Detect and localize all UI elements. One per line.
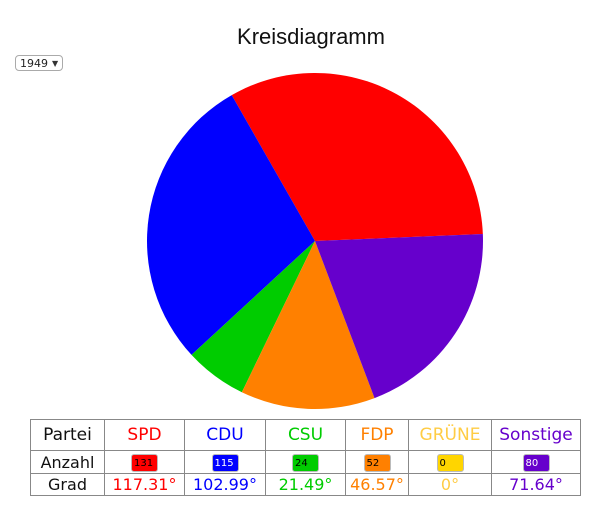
row-label-degree: Grad [30,473,105,496]
degree-sonstige: 71.64° [491,473,581,496]
count-input-grne[interactable]: 0 [436,453,464,472]
party-spd: SPD [104,419,185,451]
count-cell-csu: 24 [265,450,346,474]
table-row-party: Partei SPD CDU CSU FDP GRÜNE Sonstige [30,419,581,451]
data-table: Partei SPD CDU CSU FDP GRÜNE Sonstige Anzahl … [30,419,581,496]
count-input-spd[interactable]: 131 [131,453,158,472]
count-cell-cdu: 115 [184,450,266,474]
table-row-degree: Grad 117.31° 102.99° 21.49° 46.57° 0° 71.64° [30,473,581,496]
party-cdu: CDU [184,419,266,451]
degree-spd: 117.31° [104,473,185,496]
row-label-party: Partei [30,419,105,451]
count-cell-fdp: 52 [345,450,409,474]
degree-cdu: 102.99° [184,473,266,496]
degree-csu: 21.49° [265,473,346,496]
party-fdp: FDP [345,419,409,451]
count-input-fdp[interactable]: 52 [363,453,391,472]
count-input-cdu[interactable]: 115 [211,453,239,472]
degree-grne: 0° [408,473,492,496]
count-cell-spd: 131 [104,450,185,474]
count-input-sonstige[interactable]: 80 [522,453,550,472]
count-cell-grne: 0 [408,450,492,474]
pie-chart [147,72,483,409]
count-input-csu[interactable]: 24 [292,453,319,472]
row-label-count: Anzahl [30,450,105,474]
party-grne: GRÜNE [408,419,492,451]
degree-fdp: 46.57° [345,473,409,496]
party-sonstige: Sonstige [491,419,581,451]
table-row-count: Anzahl 131 115 24 52 0 80 [30,450,581,474]
party-csu: CSU [265,419,346,451]
count-cell-sonstige: 80 [491,450,581,474]
